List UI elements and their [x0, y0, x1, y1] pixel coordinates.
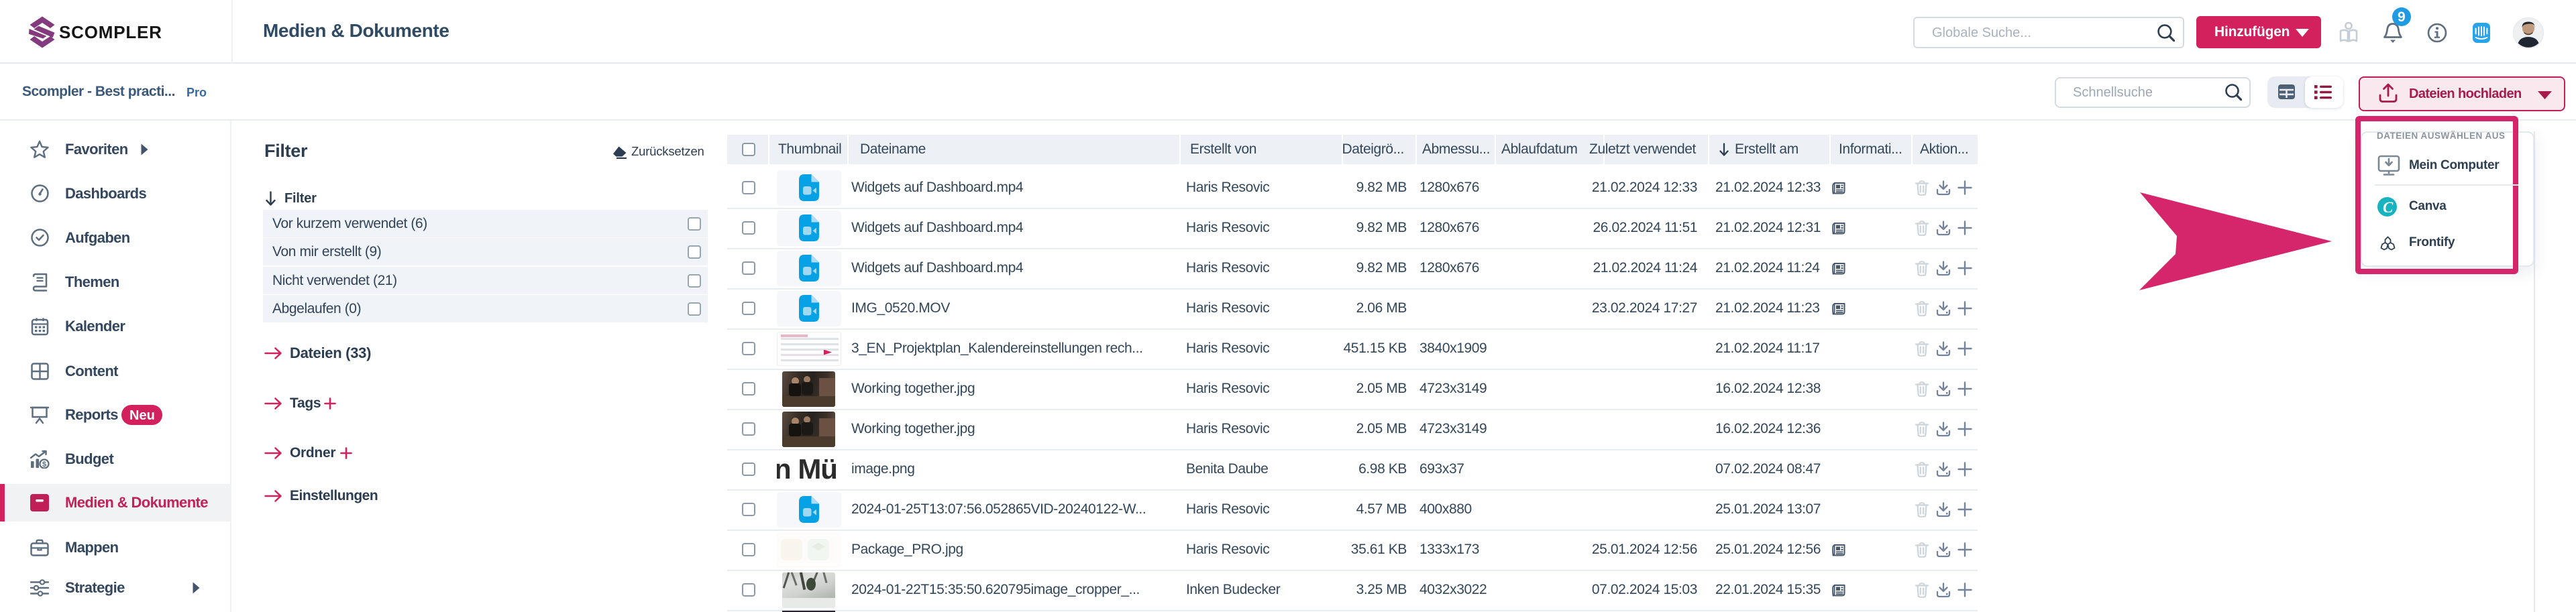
svg-text:$: $	[42, 461, 46, 469]
